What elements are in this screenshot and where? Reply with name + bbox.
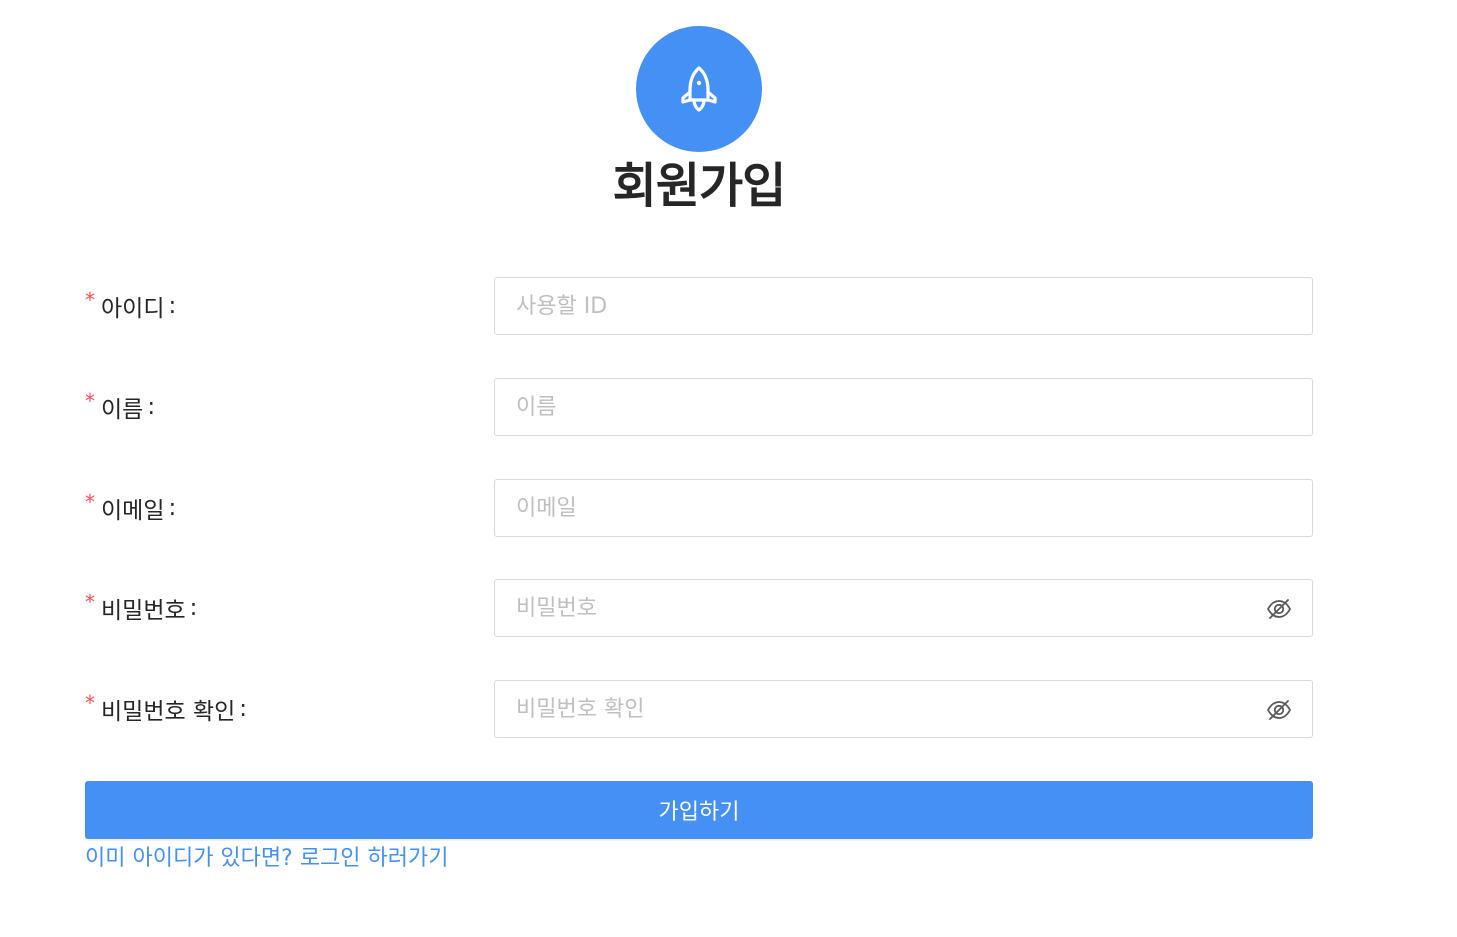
label-colon: :: [168, 293, 177, 319]
label-colon: :: [239, 696, 248, 722]
signup-button[interactable]: 가입하기: [85, 781, 1313, 839]
input-wrapper-password-confirm: [494, 680, 1313, 738]
required-mark: *: [85, 590, 95, 614]
form-row-name: * 이름 :: [85, 378, 1313, 436]
password-confirm-input[interactable]: [495, 681, 1312, 737]
label-text-email: 이메일: [101, 498, 165, 524]
logo-avatar: [636, 26, 762, 152]
required-mark: *: [85, 288, 95, 312]
eye-invisible-icon[interactable]: [1266, 697, 1292, 723]
label-text-password-confirm: 비밀번호 확인: [101, 699, 236, 725]
form-row-password-confirm: * 비밀번호 확인 :: [85, 680, 1313, 738]
label-text-id: 아이디: [101, 296, 165, 322]
id-input[interactable]: [495, 278, 1312, 334]
password-input[interactable]: [495, 580, 1312, 636]
form-row-email: * 이메일 :: [85, 479, 1313, 537]
go-to-login-link[interactable]: 이미 아이디가 있다면? 로그인 하러가기: [85, 842, 449, 876]
rocket-icon: [681, 66, 717, 112]
required-mark: *: [85, 490, 95, 514]
email-input[interactable]: [495, 480, 1312, 536]
input-wrapper-password: [494, 579, 1313, 637]
label-text-name: 이름: [101, 397, 144, 423]
input-wrapper-id: [494, 277, 1313, 335]
label-colon: :: [168, 495, 177, 521]
field-label-password: * 비밀번호 :: [85, 579, 197, 637]
required-mark: *: [85, 389, 95, 413]
page-title: 회원가입: [612, 158, 787, 214]
form-row-id: * 아이디 :: [85, 277, 1313, 335]
name-input[interactable]: [495, 379, 1312, 435]
eye-invisible-icon[interactable]: [1266, 596, 1292, 622]
field-label-name: * 이름 :: [85, 378, 155, 436]
input-wrapper-email: [494, 479, 1313, 537]
field-label-password-confirm: * 비밀번호 확인 :: [85, 680, 247, 738]
label-text-password: 비밀번호: [101, 598, 186, 624]
required-mark: *: [85, 691, 95, 715]
label-colon: :: [189, 595, 198, 621]
label-colon: :: [147, 394, 156, 420]
field-label-id: * 아이디 :: [85, 277, 176, 335]
input-wrapper-name: [494, 378, 1313, 436]
field-label-email: * 이메일 :: [85, 479, 176, 537]
form-row-password: * 비밀번호 :: [85, 579, 1313, 637]
